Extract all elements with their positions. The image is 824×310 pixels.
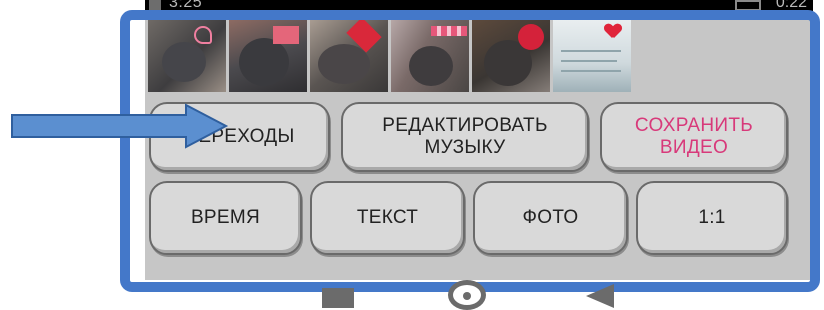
- highlight-frame: [120, 10, 820, 292]
- current-time: 3:25: [169, 0, 203, 11]
- right-arrow-icon: [11, 103, 229, 149]
- duration-time: 0:22: [775, 0, 807, 11]
